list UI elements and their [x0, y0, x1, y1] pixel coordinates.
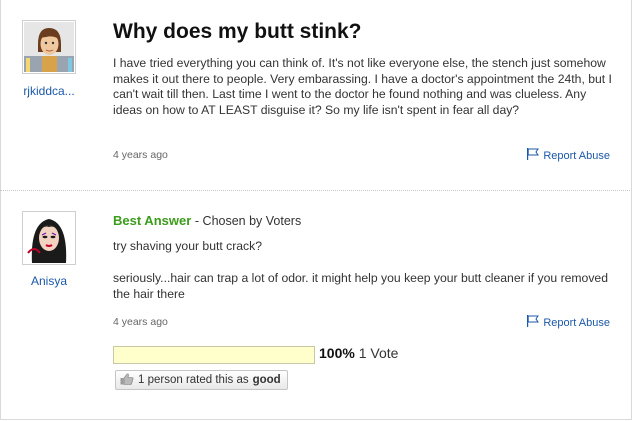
vote-percentage-bar	[113, 346, 315, 364]
question-section: rjkiddca... Why does my butt stink? I ha…	[0, 0, 630, 190]
question-title: Why does my butt stink?	[113, 20, 362, 43]
rating-value: good	[252, 374, 281, 386]
best-answer-label: Best Answer	[113, 213, 192, 228]
question-report-abuse-link[interactable]: Report Abuse	[526, 148, 610, 163]
flag-icon	[526, 148, 540, 163]
answer-line-1: try shaving your butt crack?	[113, 239, 263, 253]
section-divider	[0, 190, 630, 191]
answer-report-abuse-link[interactable]: Report Abuse	[526, 315, 610, 330]
answerer-avatar[interactable]	[22, 211, 76, 265]
question-body: I have tried everything you can think of…	[113, 56, 612, 117]
answerer-username[interactable]: Anisya	[9, 274, 89, 288]
rating-button[interactable]: 1 person rated this as good	[115, 370, 288, 390]
question-timestamp: 4 years ago	[113, 149, 168, 161]
rating-text: 1 person rated this as	[138, 374, 249, 386]
best-answer-header: Best Answer - Chosen by Voters	[113, 213, 301, 228]
vote-summary: 100% 1 Vote	[319, 345, 398, 361]
vote-percentage-fill	[114, 347, 314, 363]
report-abuse-label: Report Abuse	[543, 149, 610, 162]
asker-avatar[interactable]	[22, 20, 76, 74]
answer-timestamp: 4 years ago	[113, 316, 168, 328]
vote-percent: 100%	[319, 345, 355, 361]
vote-count: 1 Vote	[358, 345, 399, 361]
answer-line-2: seriously...hair can trap a lot of odor.…	[113, 271, 608, 301]
asker-username[interactable]: rjkiddca...	[9, 84, 89, 98]
report-abuse-label: Report Abuse	[543, 316, 610, 329]
flag-icon	[526, 315, 540, 330]
chosen-by-label: - Chosen by Voters	[194, 214, 302, 228]
thumbs-up-icon	[120, 373, 134, 388]
best-answer-section: Anisya Best Answer - Chosen by Voters tr…	[0, 193, 630, 419]
